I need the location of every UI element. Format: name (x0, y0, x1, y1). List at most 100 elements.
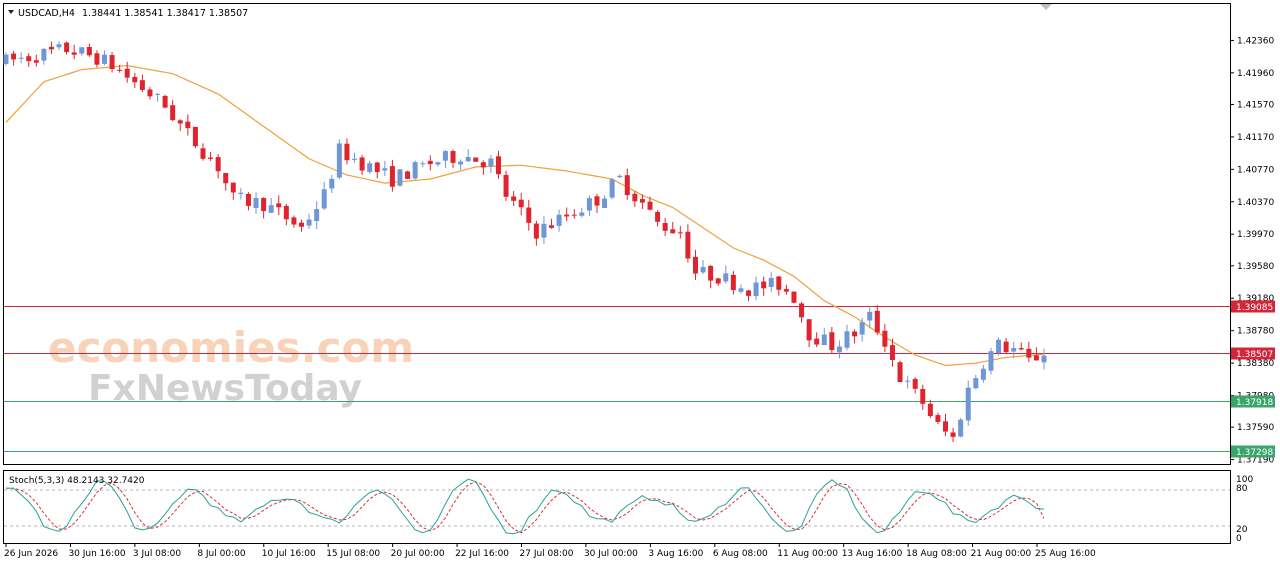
candle-bear (1003, 341, 1009, 353)
candle-bull (996, 339, 1002, 354)
candle-bull (314, 209, 320, 222)
candle-bull (329, 178, 335, 189)
candle-bear (677, 232, 683, 234)
candle-bear (632, 193, 638, 202)
candle-bull (101, 54, 107, 64)
candle-bear (920, 389, 926, 404)
stoch-main-line (5, 478, 1045, 535)
price-tick-label: 1.39970 (1237, 230, 1274, 240)
candle-bear (170, 105, 176, 121)
candle-bear (283, 205, 289, 220)
candle-bear (298, 222, 304, 227)
candle-bull (79, 47, 85, 54)
candle-bear (814, 338, 820, 345)
candle-bear (109, 55, 115, 70)
time-tick-label: 15 Jul 08:00 (326, 549, 380, 559)
candle-bull (465, 157, 471, 162)
time-tick-label: 30 Jul 00:00 (584, 549, 638, 559)
candle-bull (306, 219, 312, 226)
candle-bear (639, 199, 645, 203)
candle-bear (518, 199, 524, 208)
candle-bear (594, 196, 600, 206)
candle-bull (836, 346, 842, 353)
candle-bear (511, 196, 517, 201)
time-tick-label: 3 Aug 16:00 (648, 549, 703, 559)
time-tick-label: 13 Aug 16:00 (842, 549, 903, 559)
candle-bear (276, 203, 282, 208)
usdcad-h4-chart[interactable]: economies.com FxNewsToday 1.42360 1.41960… (0, 0, 1280, 567)
candle-bull (768, 277, 774, 287)
candle-bull (973, 378, 979, 389)
candle-bear (655, 211, 661, 222)
time-axis[interactable]: 26 Jun 2026 30 Jun 16:00 3 Jul 08:00 8 Jul … (4, 544, 1096, 559)
candle-bear (192, 126, 198, 147)
candle-bull (541, 223, 547, 238)
candle-bear (450, 151, 456, 163)
chart-canvas[interactable]: economies.com FxNewsToday 1.42360 1.41960… (0, 0, 1280, 567)
chart-shift-marker-icon[interactable] (1040, 4, 1052, 10)
indicator-pane-frame (3, 470, 1231, 544)
candle-bull (238, 192, 244, 195)
moving-average (5, 64, 1045, 367)
candle-bull (723, 273, 729, 282)
candle-bear (692, 256, 698, 274)
candle-bear (33, 60, 39, 63)
candle-bull (556, 214, 562, 226)
candle-bear (549, 225, 555, 228)
candle-bear (359, 157, 365, 171)
candle-bull (367, 163, 373, 172)
candle-bear (889, 345, 895, 360)
symbol-dropdown-icon[interactable] (8, 10, 14, 14)
candle-bear (746, 290, 752, 296)
candle-bear (783, 289, 789, 292)
watermark-economies: economies.com (48, 323, 414, 372)
candle-bull (965, 387, 971, 421)
candle-bear (708, 265, 714, 281)
candle-bull (488, 158, 494, 167)
watermark-fxnewstoday: FxNewsToday (88, 368, 362, 409)
candle-bull (700, 267, 706, 273)
stoch-level-80: 80 (1236, 484, 1248, 494)
symbol-timeframe[interactable]: USDCAD,H4 (18, 8, 75, 19)
candle-bear (882, 330, 888, 347)
candle-bull (617, 175, 623, 178)
candle-bull (442, 151, 448, 161)
candle-bull (420, 163, 426, 165)
candle-bear (200, 148, 206, 159)
price-tick-label: 1.39580 (1237, 262, 1274, 272)
candle-bear (48, 46, 54, 50)
candle-bear (806, 319, 812, 341)
candle-bull (458, 161, 464, 165)
candle-bear (912, 378, 918, 389)
price-tick-label: 1.38780 (1237, 327, 1274, 337)
candle-bull (980, 368, 986, 380)
time-tick-label: 22 Jul 16:00 (455, 549, 509, 559)
candle-bear (799, 303, 805, 318)
candle-bear (11, 53, 17, 60)
time-tick-label: 27 Jul 08:00 (520, 549, 574, 559)
candle-bull (18, 57, 24, 59)
time-tick-label: 8 Jul 00:00 (197, 549, 246, 559)
candle-bear (344, 143, 350, 161)
candle-bull (1041, 355, 1047, 363)
ma-line (5, 64, 1045, 367)
candle-bear (571, 214, 577, 216)
price-tick-label: 1.41170 (1237, 133, 1274, 143)
candle-bull (3, 54, 9, 64)
time-tick-label: 30 Jun 16:00 (68, 549, 125, 559)
candle-bear (662, 223, 668, 231)
candle-bull (1011, 348, 1017, 352)
candle-bear (405, 171, 411, 179)
candle-bear (730, 274, 736, 291)
candle-bear (1026, 348, 1032, 358)
resistance-price-tag-label: 1.38507 (1236, 350, 1273, 360)
candle-bear (943, 421, 949, 432)
candle-bear (874, 310, 880, 333)
candle-bear (526, 207, 532, 223)
candle-bear (495, 156, 501, 175)
price-tick-label: 1.41570 (1237, 100, 1274, 110)
candle-bull (435, 162, 441, 165)
candle-bear (86, 46, 92, 56)
price-tick-label: 1.41960 (1237, 69, 1274, 79)
candle-bull (321, 189, 327, 209)
